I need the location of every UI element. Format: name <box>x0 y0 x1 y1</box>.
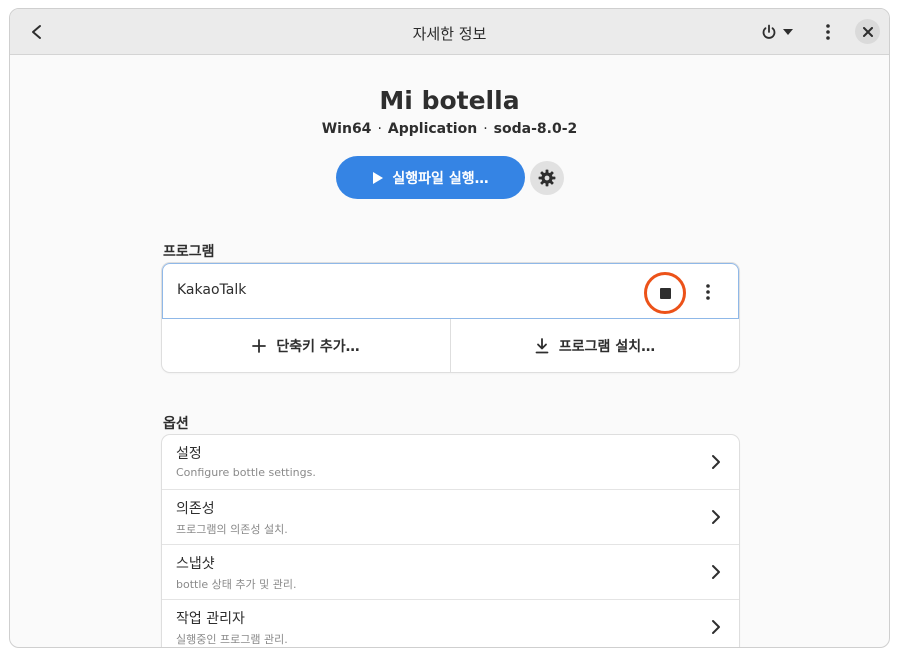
bottle-name: Mi botella <box>379 86 520 115</box>
power-menu-button[interactable] <box>754 17 800 47</box>
program-name: KakaoTalk <box>177 282 247 298</box>
close-button[interactable] <box>855 19 880 44</box>
option-subtitle: 프로그램의 의존성 설치. <box>176 523 288 536</box>
add-shortcut-button[interactable]: 단축키 추가… <box>162 319 450 372</box>
options-row-dependencies[interactable]: 의존성 프로그램의 의존성 설치. <box>162 490 739 545</box>
program-row[interactable]: KakaoTalk <box>162 263 739 319</box>
run-executable-label: 실행파일 실행… <box>392 170 489 187</box>
main-menu-button[interactable] <box>813 17 843 47</box>
option-title: 설정 <box>176 446 202 462</box>
bottle-meta: Win64 · Application · soda-8.0-2 <box>10 121 889 137</box>
add-shortcut-label: 단축키 추가… <box>276 338 360 355</box>
header-bar: 자세한 정보 <box>10 9 889 55</box>
options-row-task-manager[interactable]: 작업 관리자 실행중인 프로그램 관리. <box>162 600 739 647</box>
program-menu-button[interactable] <box>693 277 723 307</box>
programs-card: KakaoTalk 단축키 추가… 프로그램 설치… <box>162 263 739 372</box>
gear-icon <box>538 169 556 187</box>
stop-icon <box>659 287 671 299</box>
app-window: 자세한 정보 Mi botella Win64 · Application · soda… <box>9 8 890 648</box>
option-subtitle: Configure bottle settings. <box>176 466 316 479</box>
play-icon <box>373 171 384 184</box>
run-executable-button[interactable]: 실행파일 실행… <box>336 156 525 199</box>
program-actions: 단축키 추가… 프로그램 설치… <box>162 319 739 372</box>
plus-icon <box>252 338 267 353</box>
options-section-title: 옵션 <box>163 416 189 432</box>
chevron-right-icon <box>709 618 723 636</box>
options-row-snapshots[interactable]: 스냅샷 bottle 상태 추가 및 관리. <box>162 545 739 600</box>
close-icon <box>862 26 873 37</box>
run-settings-button[interactable] <box>530 161 564 195</box>
meta-separator: · <box>377 121 382 137</box>
install-program-label: 프로그램 설치… <box>558 338 656 355</box>
chevron-right-icon <box>709 453 723 471</box>
chevron-right-icon <box>709 508 723 526</box>
option-title: 작업 관리자 <box>176 611 245 627</box>
stop-program-button[interactable] <box>644 272 686 314</box>
install-program-button[interactable]: 프로그램 설치… <box>450 319 739 372</box>
option-subtitle: 실행중인 프로그램 관리. <box>176 633 288 646</box>
bottle-environment: Application <box>387 121 478 137</box>
option-title: 스냅샷 <box>176 556 215 572</box>
kebab-menu-icon <box>826 24 830 40</box>
details-content: Mi botella Win64 · Application · soda-8.0-2 … <box>10 55 889 647</box>
power-icon <box>762 24 776 39</box>
bottle-arch: Win64 <box>321 121 372 137</box>
chevron-right-icon <box>709 563 723 581</box>
option-subtitle: bottle 상태 추가 및 관리. <box>176 578 297 591</box>
meta-separator: · <box>483 121 488 137</box>
download-icon <box>535 337 549 353</box>
option-title: 의존성 <box>176 501 215 517</box>
kebab-menu-icon <box>706 284 710 300</box>
bottle-runner: soda-8.0-2 <box>493 121 578 137</box>
options-row-settings[interactable]: 설정 Configure bottle settings. <box>162 435 739 490</box>
chevron-down-icon <box>783 29 793 35</box>
options-card: 설정 Configure bottle settings. 의존성 프로그램의 … <box>162 435 739 647</box>
programs-section-title: 프로그램 <box>163 244 215 260</box>
